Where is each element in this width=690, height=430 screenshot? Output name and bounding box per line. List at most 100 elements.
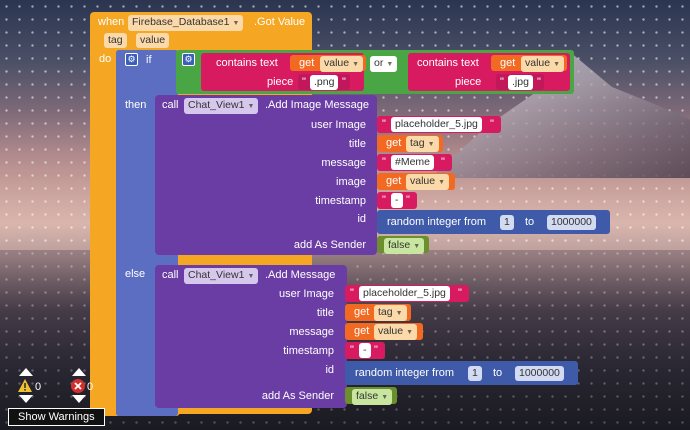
if-label: if [146, 54, 152, 66]
or-label: or [374, 57, 384, 69]
random-to-field[interactable]: 1000000 [547, 215, 596, 230]
timestamp-field[interactable]: - [391, 193, 403, 208]
chevron-down-icon: ▼ [438, 179, 446, 186]
event-name: .Got Value [254, 16, 306, 28]
get-var-name: value [324, 57, 350, 69]
get-var-dropdown[interactable]: tag ▼ [406, 136, 439, 152]
error-toggle-up-icon[interactable] [72, 368, 86, 376]
get-var-name: tag [410, 137, 425, 149]
or-mutator-gear-icon[interactable]: ⚙ [182, 53, 195, 66]
component-dropdown[interactable]: Firebase_Database1 ▼ [128, 15, 244, 31]
get-var-name: value [410, 175, 436, 187]
param-label-id: id [325, 364, 334, 376]
component-name: Firebase_Database1 [132, 16, 230, 28]
user-image-field[interactable]: placeholder_5.jpg [391, 117, 482, 132]
param-value[interactable]: value [136, 33, 170, 48]
get-var-dropdown[interactable]: tag ▼ [374, 305, 407, 321]
if-mutator-gear-icon[interactable]: ⚙ [125, 53, 138, 66]
or-dropdown[interactable]: or ▼ [370, 56, 398, 72]
param-label-message: message [321, 157, 366, 169]
boolean-value: false [388, 239, 411, 251]
random-to-field[interactable]: 1000000 [515, 366, 564, 381]
warning-toggle-up-icon[interactable] [19, 368, 33, 376]
when-label: when [98, 16, 125, 28]
quote-close: " [406, 194, 410, 206]
quote-open: " [350, 344, 354, 356]
get-var-dropdown[interactable]: value ▼ [320, 56, 364, 72]
chevron-down-icon: ▼ [232, 20, 240, 27]
contains-text-label: contains text [216, 57, 278, 69]
piece-value-field[interactable]: .png [310, 75, 339, 90]
chevron-down-icon: ▼ [406, 329, 414, 336]
chevron-down-icon: ▼ [427, 141, 435, 148]
method-name: .Add Message [265, 269, 336, 281]
get-var-dropdown[interactable]: value ▼ [406, 174, 450, 190]
get-var-name: tag [378, 306, 393, 318]
component-dropdown[interactable]: Chat_View1 ▼ [184, 268, 259, 284]
quote-open: " [500, 76, 504, 88]
error-indicator[interactable]: 0 [70, 368, 94, 404]
call-label: call [162, 99, 179, 111]
message-field[interactable]: #Meme [391, 155, 435, 170]
error-icon [71, 379, 85, 393]
chevron-down-icon: ▼ [395, 310, 403, 317]
quote-close: " [537, 76, 541, 88]
get-label: get [386, 175, 402, 187]
param-tag[interactable]: tag [104, 33, 127, 48]
quote-open: " [382, 118, 386, 130]
quote-close: " [490, 118, 494, 130]
get-label: get [500, 57, 516, 69]
param-label-image: image [336, 176, 366, 188]
warning-toggle-down-icon[interactable] [19, 395, 33, 403]
error-toggle-down-icon[interactable] [72, 395, 86, 403]
else-label: else [125, 268, 146, 280]
param-label-timestamp: timestamp [283, 345, 334, 357]
boolean-dropdown[interactable]: false ▼ [384, 238, 425, 254]
chevron-down-icon: ▼ [247, 103, 255, 110]
quote-close: " [458, 287, 462, 299]
get-label: get [354, 306, 370, 318]
warning-icon [18, 379, 32, 392]
random-integer-label: random integer from [355, 367, 455, 379]
param-label-add-as-sender: add As Sender [261, 390, 334, 402]
quote-close: " [374, 344, 378, 356]
param-label-timestamp: timestamp [315, 195, 366, 207]
show-warnings-button[interactable]: Show Warnings [8, 408, 105, 426]
get-var-dropdown[interactable]: value ▼ [374, 324, 418, 340]
chevron-down-icon: ▼ [553, 61, 561, 68]
warning-count: 0 [35, 381, 42, 393]
chevron-down-icon: ▼ [247, 273, 255, 280]
piece-value-field[interactable]: .jpg [508, 75, 533, 90]
get-var-dropdown[interactable]: value ▼ [521, 56, 565, 72]
then-label: then [125, 99, 147, 111]
boolean-dropdown[interactable]: false ▼ [352, 389, 393, 405]
get-var-name: value [378, 325, 404, 337]
if-block-footer [116, 404, 156, 416]
get-var-name: value [525, 57, 551, 69]
get-label: get [299, 57, 315, 69]
quote-open: " [302, 76, 306, 88]
random-from-field[interactable]: 1 [500, 215, 514, 230]
component-dropdown[interactable]: Chat_View1 ▼ [184, 98, 259, 114]
piece-label: piece [267, 76, 294, 88]
quote-close: " [441, 156, 445, 168]
piece-label: piece [455, 76, 482, 88]
warning-indicator[interactable]: 0 [16, 368, 46, 404]
call-label: call [162, 269, 179, 281]
param-label-add-as-sender: add As Sender [293, 239, 366, 251]
timestamp-field[interactable]: - [359, 343, 371, 358]
param-label-user-image: user Image [310, 119, 366, 131]
error-count: 0 [87, 381, 94, 393]
boolean-value: false [356, 390, 379, 402]
param-label-title: title [348, 138, 366, 150]
param-label-id: id [357, 213, 366, 225]
chevron-down-icon: ▼ [386, 61, 394, 68]
random-to-label: to [493, 367, 503, 379]
chevron-down-icon: ▼ [413, 243, 421, 250]
quote-open: " [350, 287, 354, 299]
quote-open: " [382, 156, 386, 168]
component-name: Chat_View1 [188, 269, 245, 281]
random-from-field[interactable]: 1 [468, 366, 482, 381]
user-image-field[interactable]: placeholder_5.jpg [359, 286, 450, 301]
method-name: .Add Image Message [265, 99, 369, 111]
